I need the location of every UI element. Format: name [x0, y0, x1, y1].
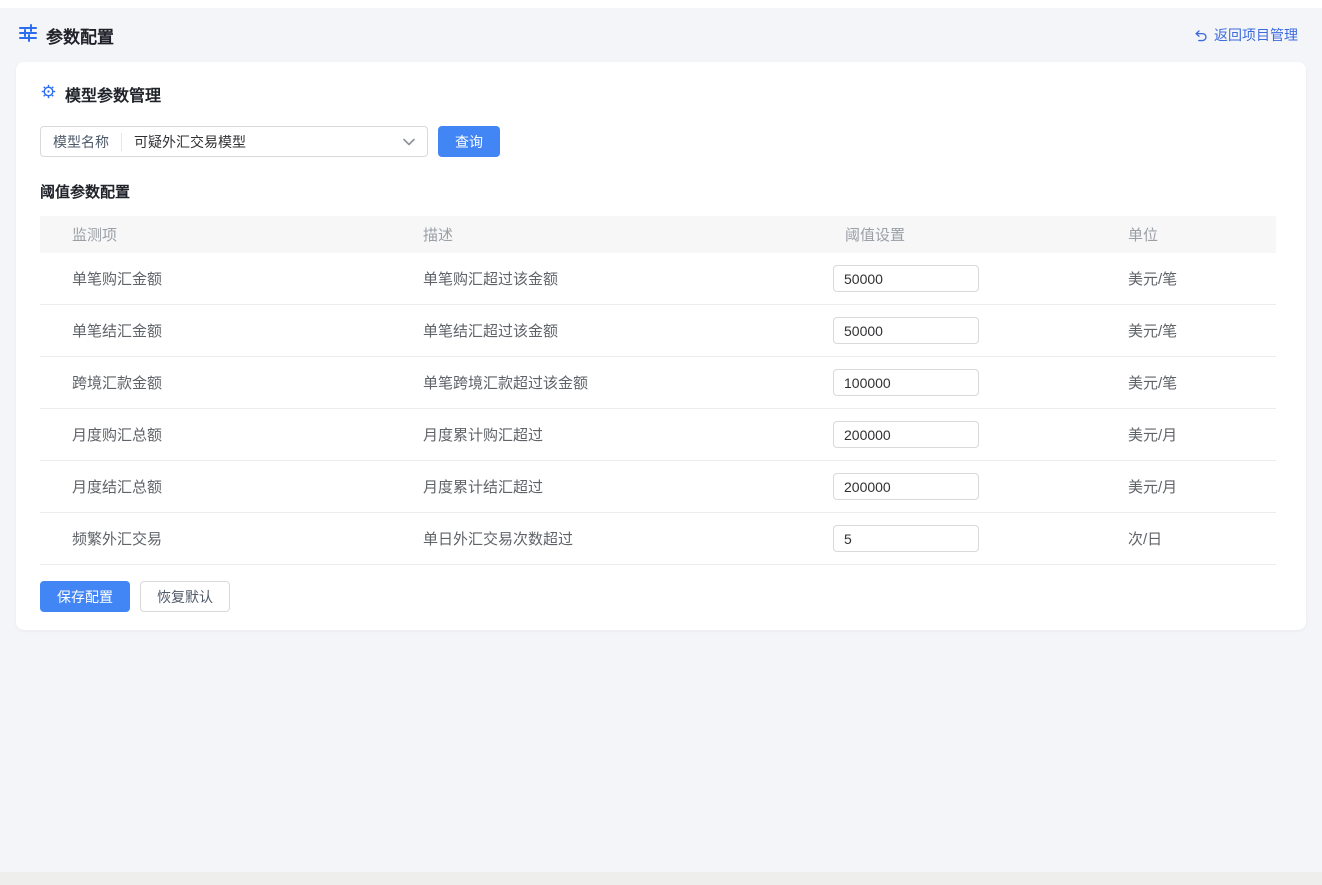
query-row: 模型名称 可疑外汇交易模型 查询 [40, 126, 1282, 157]
sliders-icon [18, 23, 38, 48]
back-link-label: 返回项目管理 [1214, 25, 1298, 45]
model-name-value: 可疑外汇交易模型 [122, 132, 403, 152]
table-row: 月度购汇总额 月度累计购汇超过 美元/月 [40, 409, 1276, 461]
item-cell: 单笔购汇金额 [40, 268, 391, 289]
back-to-projects-link[interactable]: 返回项目管理 [1193, 25, 1298, 45]
bottom-strip [0, 872, 1322, 885]
unit-cell: 美元/笔 [1096, 372, 1276, 393]
col-header-threshold: 阈值设置 [813, 224, 1096, 245]
page-header-left: 参数配置 [18, 23, 114, 48]
item-cell: 跨境汇款金额 [40, 372, 391, 393]
actions-row: 保存配置 恢复默认 [40, 581, 1282, 612]
item-cell: 月度结汇总额 [40, 476, 391, 497]
desc-cell: 单笔购汇超过该金额 [391, 268, 813, 289]
item-cell: 频繁外汇交易 [40, 528, 391, 549]
model-name-label: 模型名称 [41, 132, 121, 152]
unit-cell: 美元/笔 [1096, 268, 1276, 289]
back-icon [1193, 28, 1208, 43]
desc-cell: 单笔结汇超过该金额 [391, 320, 813, 341]
threshold-input[interactable] [833, 473, 979, 500]
save-config-button[interactable]: 保存配置 [40, 581, 130, 612]
desc-cell: 单日外汇交易次数超过 [391, 528, 813, 549]
threshold-input[interactable] [833, 369, 979, 396]
desc-cell: 单笔跨境汇款超过该金额 [391, 372, 813, 393]
threshold-table-title: 阈值参数配置 [40, 181, 1282, 202]
desc-cell: 月度累计结汇超过 [391, 476, 813, 497]
chevron-down-icon [403, 138, 427, 146]
table-row: 频繁外汇交易 单日外汇交易次数超过 次/日 [40, 513, 1276, 565]
gear-icon [40, 83, 57, 105]
unit-cell: 美元/月 [1096, 424, 1276, 445]
section-header: 模型参数管理 [40, 82, 1282, 106]
page-title: 参数配置 [46, 23, 114, 48]
threshold-table: 监测项 描述 阈值设置 单位 单笔购汇金额 单笔购汇超过该金额 美元/笔 单笔结… [40, 216, 1276, 565]
threshold-input[interactable] [833, 421, 979, 448]
page-header: 参数配置 返回项目管理 [0, 8, 1322, 62]
model-name-select[interactable]: 模型名称 可疑外汇交易模型 [40, 126, 428, 157]
threshold-input[interactable] [833, 525, 979, 552]
query-button[interactable]: 查询 [438, 126, 500, 157]
table-row: 单笔结汇金额 单笔结汇超过该金额 美元/笔 [40, 305, 1276, 357]
col-header-item: 监测项 [40, 224, 391, 245]
desc-cell: 月度累计购汇超过 [391, 424, 813, 445]
table-row: 单笔购汇金额 单笔购汇超过该金额 美元/笔 [40, 253, 1276, 305]
top-strip [0, 0, 1322, 8]
col-header-desc: 描述 [391, 224, 813, 245]
unit-cell: 美元/月 [1096, 476, 1276, 497]
table-header-row: 监测项 描述 阈值设置 单位 [40, 216, 1276, 253]
restore-defaults-button[interactable]: 恢复默认 [140, 581, 230, 612]
unit-cell: 次/日 [1096, 528, 1276, 549]
section-title: 模型参数管理 [65, 82, 161, 106]
threshold-input[interactable] [833, 317, 979, 344]
table-row: 跨境汇款金额 单笔跨境汇款超过该金额 美元/笔 [40, 357, 1276, 409]
unit-cell: 美元/笔 [1096, 320, 1276, 341]
item-cell: 单笔结汇金额 [40, 320, 391, 341]
threshold-input[interactable] [833, 265, 979, 292]
table-row: 月度结汇总额 月度累计结汇超过 美元/月 [40, 461, 1276, 513]
item-cell: 月度购汇总额 [40, 424, 391, 445]
model-parameter-card: 模型参数管理 模型名称 可疑外汇交易模型 查询 阈值参数配置 监测项 描述 阈值… [16, 62, 1306, 630]
col-header-unit: 单位 [1096, 224, 1276, 245]
